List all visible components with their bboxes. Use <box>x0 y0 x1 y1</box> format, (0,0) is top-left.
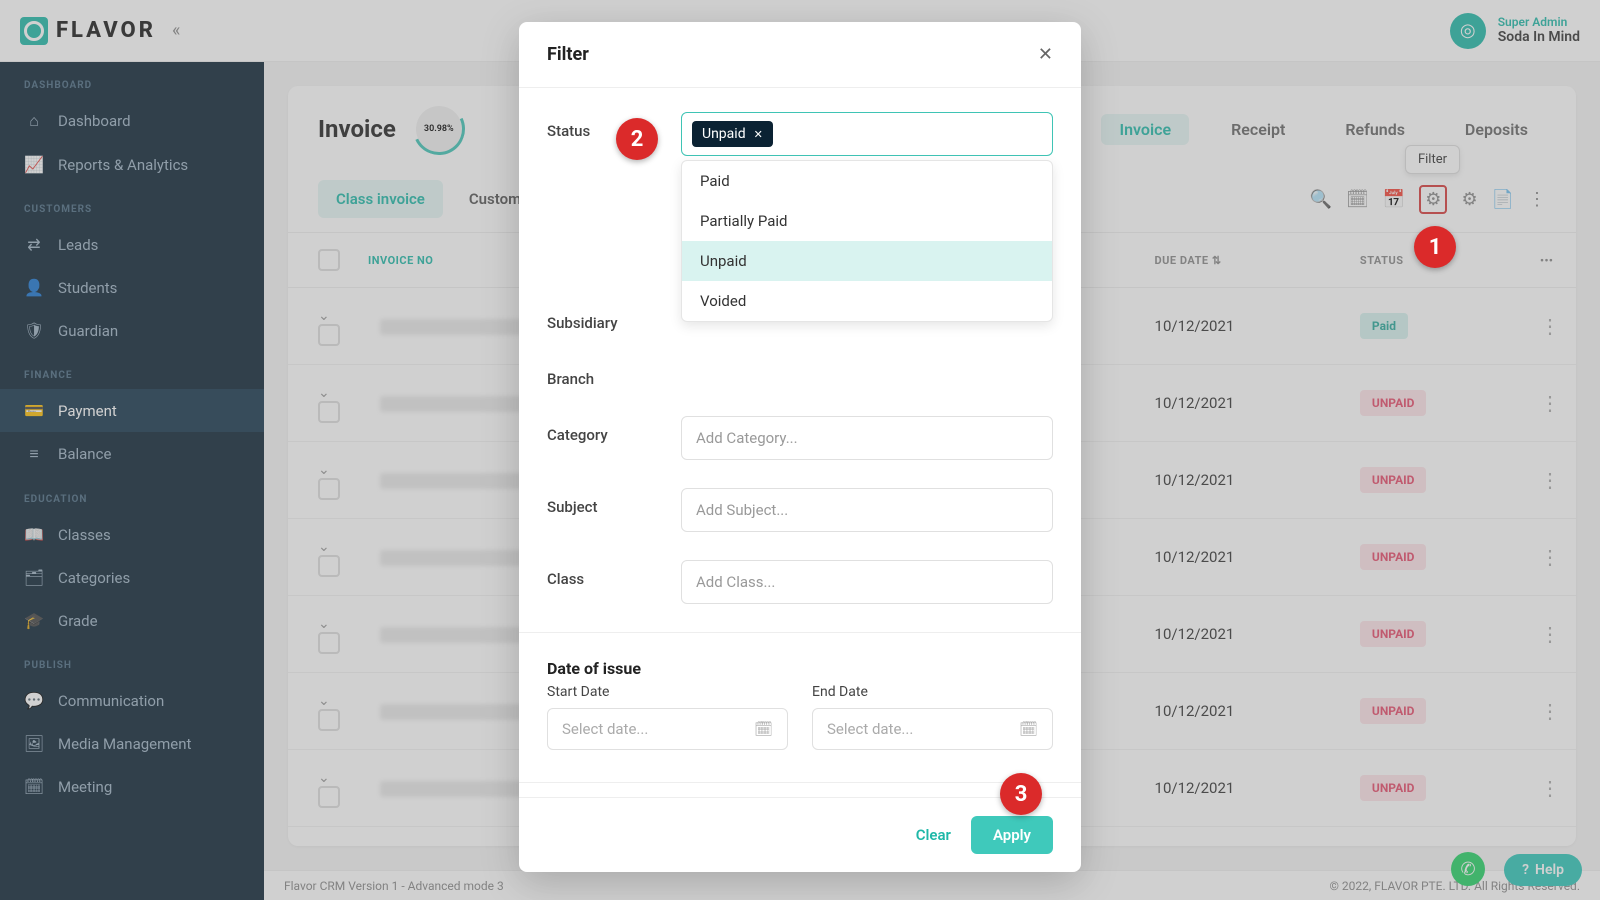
label-issue-end: End Date <box>812 684 1053 700</box>
status-tag-unpaid: Unpaid ✕ <box>692 121 773 147</box>
close-icon[interactable]: ✕ <box>1038 44 1053 65</box>
status-input[interactable]: Unpaid ✕ <box>681 112 1053 156</box>
callout-marker-2: 2 <box>616 118 658 160</box>
apply-button[interactable]: Apply <box>971 816 1053 854</box>
subject-input[interactable]: Add Subject... <box>681 488 1053 532</box>
label-subsidiary: Subsidiary <box>547 304 681 332</box>
callout-marker-3: 3 <box>1000 773 1042 815</box>
calendar-icon: 🗓 <box>1019 720 1038 738</box>
status-option-paid[interactable]: Paid <box>682 161 1052 201</box>
label-status: Status <box>547 112 681 140</box>
status-option-partially-paid[interactable]: Partially Paid <box>682 201 1052 241</box>
clear-button[interactable]: Clear <box>916 826 951 844</box>
callout-marker-1: 1 <box>1414 226 1456 268</box>
label-branch: Branch <box>547 360 681 388</box>
class-input[interactable]: Add Class... <box>681 560 1053 604</box>
modal-title: Filter <box>547 44 589 65</box>
remove-tag-icon[interactable]: ✕ <box>754 128 763 141</box>
status-dropdown: Paid Partially Paid Unpaid Voided <box>681 160 1053 322</box>
label-subject: Subject <box>547 488 681 516</box>
label-category: Category <box>547 416 681 444</box>
issue-end-date-input[interactable]: Select date...🗓 <box>812 708 1053 750</box>
calendar-icon: 🗓 <box>754 720 773 738</box>
filter-modal: Filter ✕ Status Unpaid ✕ Paid Partially … <box>519 22 1081 872</box>
section-date-of-issue: Date of issue <box>547 647 1053 684</box>
status-option-unpaid[interactable]: Unpaid <box>682 241 1052 281</box>
label-class: Class <box>547 560 681 588</box>
issue-start-date-input[interactable]: Select date...🗓 <box>547 708 788 750</box>
status-option-voided[interactable]: Voided <box>682 281 1052 321</box>
category-input[interactable]: Add Category... <box>681 416 1053 460</box>
label-issue-start: Start Date <box>547 684 788 700</box>
